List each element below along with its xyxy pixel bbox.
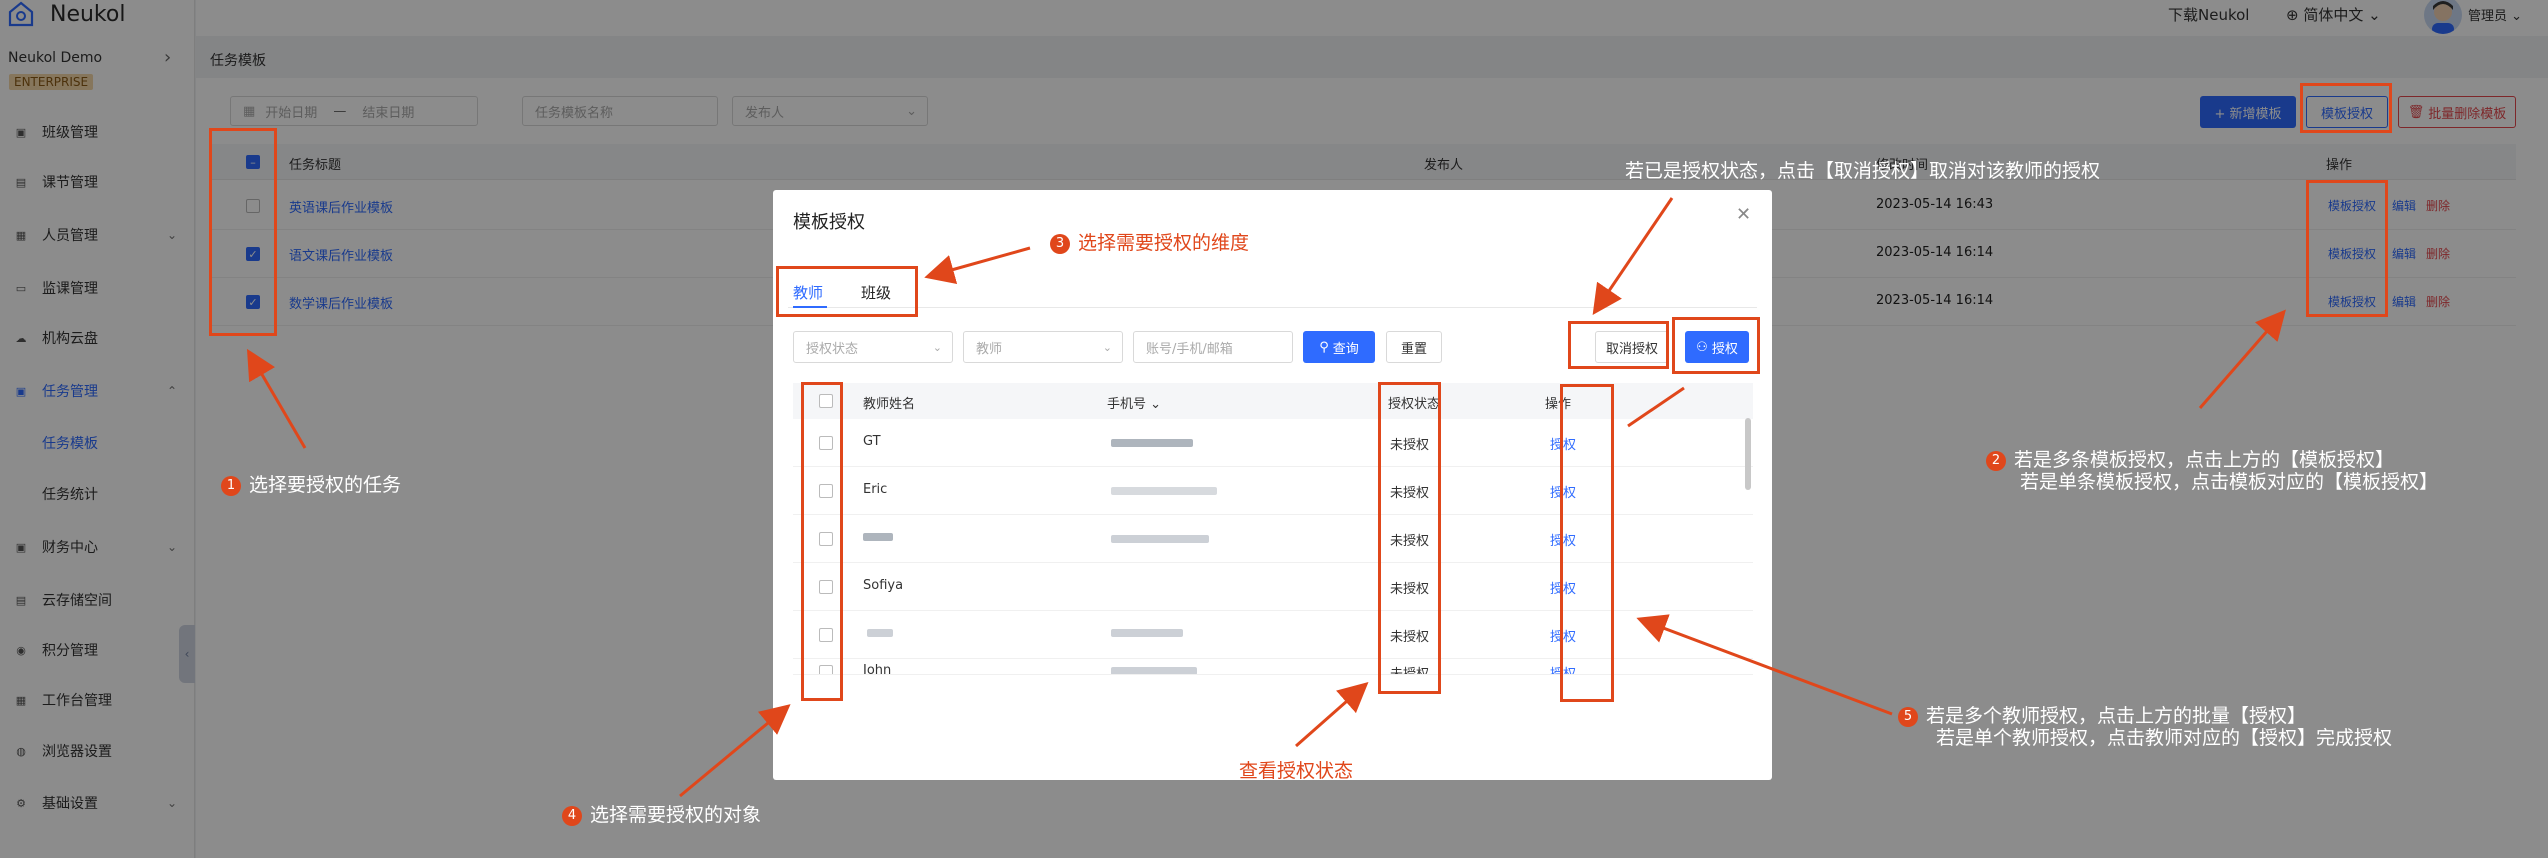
annotation-4: 4 选择需要授权的对象 (562, 800, 761, 827)
arrow-2 (2198, 309, 2286, 409)
annotation-1: 1 选择要授权的任务 (221, 470, 401, 497)
arrow-grant-link (1627, 386, 1685, 428)
annotation-5b: 若是单个教师授权，点击教师对应的【授权】完成授权 (1936, 727, 2393, 749)
annotation-revoke: 若已是授权状态，点击【取消授权】取消对该教师的授权 (1625, 160, 2101, 182)
arrow-3 (924, 246, 1031, 284)
arrow-5 (1636, 614, 1893, 716)
arrow-1 (246, 348, 307, 449)
arrow-4 (679, 704, 791, 798)
arrow-revoke (1592, 197, 1674, 315)
arrow-status (1295, 682, 1369, 748)
annotation-5: 5 若是多个教师授权，点击上方的批量【授权】 (1898, 704, 2306, 728)
annotation-2: 2 若是多条模板授权，点击上方的【模板授权】 (1986, 448, 2394, 472)
annotation-3: 3 选择需要授权的维度 (1050, 228, 1249, 255)
annotation-status: 查看授权状态 (1239, 760, 1354, 782)
annotation-2b: 若是单条模板授权，点击模板对应的【模板授权】 (2020, 471, 2439, 493)
